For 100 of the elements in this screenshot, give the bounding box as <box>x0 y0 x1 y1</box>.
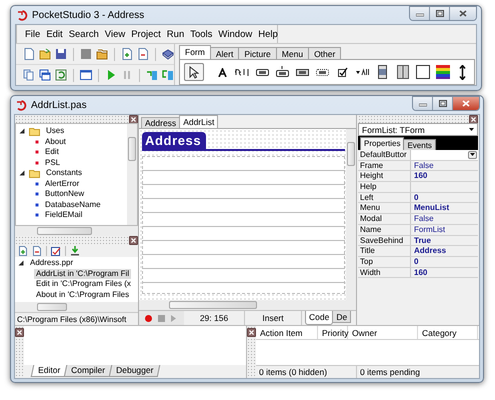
menu-item[interactable]: Tools <box>187 28 216 40</box>
new-file-icon[interactable] <box>23 48 35 60</box>
build-icon[interactable] <box>70 246 80 256</box>
label-tool-icon[interactable] <box>218 68 227 76</box>
property-dropdown[interactable] <box>411 150 478 160</box>
close-button[interactable] <box>129 114 138 124</box>
property-value[interactable]: True <box>411 236 478 246</box>
scrollbar-tool-icon[interactable] <box>378 65 387 79</box>
close-button[interactable] <box>15 328 24 337</box>
close-button[interactable] <box>453 97 479 110</box>
tree-item[interactable]: Uses <box>44 126 66 136</box>
menu-item[interactable]: Window <box>215 28 256 40</box>
tree-item[interactable]: AlertError <box>43 178 82 189</box>
column-header[interactable]: Category <box>418 326 478 339</box>
tree-item[interactable]: PSL <box>43 158 62 168</box>
inspector-tab[interactable]: Events <box>403 139 436 150</box>
message-tab[interactable]: Editor <box>30 365 68 377</box>
close-button[interactable] <box>469 114 478 124</box>
save-icon[interactable] <box>55 48 67 60</box>
close-icon <box>459 10 467 17</box>
popup-tool-icon[interactable] <box>356 68 370 76</box>
table-tool-icon[interactable] <box>396 65 408 79</box>
expand-icon[interactable] <box>19 128 25 134</box>
column-header[interactable]: Priority <box>318 326 348 339</box>
windows-icon[interactable] <box>39 69 51 81</box>
object-selector[interactable]: FormList: TForm <box>358 123 478 136</box>
property-name: Name <box>358 224 411 234</box>
tree-item[interactable]: About in 'C:\Program Files <box>34 290 132 300</box>
record-icon[interactable] <box>145 314 152 322</box>
dropdown-arrow-icon <box>470 153 475 156</box>
menu-item[interactable]: Project <box>128 28 164 40</box>
step-into-icon[interactable] <box>146 69 158 81</box>
pages-icon[interactable] <box>23 69 35 81</box>
refresh-icon[interactable] <box>55 69 67 81</box>
column-header[interactable]: Owner <box>348 326 418 339</box>
options-icon[interactable] <box>51 246 61 256</box>
scrollbar[interactable] <box>127 124 137 225</box>
palette-tab[interactable]: Other <box>308 47 342 59</box>
file-tab[interactable]: Address <box>141 117 180 128</box>
folders-icon[interactable] <box>96 48 108 60</box>
close-button[interactable] <box>450 7 476 20</box>
remove-page-icon[interactable] <box>137 48 149 60</box>
close-icon <box>17 330 22 335</box>
inspector-tab[interactable]: Properties <box>360 137 404 150</box>
open-folder-icon[interactable] <box>39 48 51 60</box>
remove-file-icon[interactable] <box>32 246 42 256</box>
checkbox-tool-icon[interactable] <box>337 66 348 78</box>
expand-icon[interactable] <box>18 260 24 266</box>
status-text: 0 items (0 hidden) <box>256 366 357 378</box>
view-tab[interactable]: De <box>332 311 352 323</box>
selector-tool-icon[interactable] <box>315 66 330 78</box>
tree-item[interactable]: Edit <box>43 147 61 158</box>
maximize-icon <box>436 10 444 17</box>
palette-tab[interactable]: Form <box>179 45 211 59</box>
run-icon[interactable] <box>105 69 117 81</box>
tree-item[interactable]: ButtonNew <box>43 189 86 200</box>
menu-item[interactable]: Edit <box>43 28 66 40</box>
palette-tab[interactable]: Alert <box>210 47 240 59</box>
close-button[interactable] <box>247 328 256 337</box>
tree-item[interactable]: Constants <box>44 168 84 178</box>
message-tab[interactable]: Debugger <box>108 365 161 377</box>
maximize-button[interactable] <box>430 7 450 20</box>
maximize-button[interactable] <box>433 97 453 110</box>
menu-item[interactable]: View <box>102 28 128 40</box>
pushbutton-tool-icon[interactable] <box>295 66 310 78</box>
menu-item[interactable]: Run <box>164 28 188 40</box>
add-file-icon[interactable] <box>18 246 28 256</box>
tree-item[interactable]: Address.ppr <box>28 258 76 268</box>
scrollbar[interactable] <box>139 300 356 310</box>
gadget-tool-icon[interactable] <box>416 65 430 79</box>
tree-item[interactable]: FieldEMail <box>43 210 84 220</box>
step-out-icon[interactable] <box>162 69 174 81</box>
menu-item[interactable]: Help <box>255 28 281 40</box>
view-tab[interactable]: Code <box>305 311 334 325</box>
tree-item[interactable]: DatabaseName <box>43 200 103 210</box>
file-tab[interactable]: AddrList <box>179 115 218 128</box>
tree-item[interactable]: AddrList in 'C:\Program Fil <box>34 268 132 279</box>
tree-item[interactable]: Edit in 'C:\Program Files (x <box>34 279 133 290</box>
add-page-icon[interactable] <box>121 48 133 60</box>
minimize-button[interactable] <box>413 97 433 110</box>
palette-tab[interactable]: Menu <box>276 47 310 59</box>
scrollbar[interactable] <box>346 129 356 300</box>
pointer-icon[interactable] <box>189 66 199 78</box>
resize-arrow-icon[interactable] <box>459 64 466 80</box>
graphic-button-tool-icon[interactable] <box>275 66 290 78</box>
menu-item[interactable]: Search <box>66 28 102 40</box>
scrollbar[interactable] <box>15 226 138 236</box>
window-icon[interactable] <box>80 69 92 81</box>
property-name: DefaultButtor <box>358 150 411 160</box>
message-tab[interactable]: Compiler <box>64 365 112 377</box>
palette-tab[interactable]: Picture <box>238 47 277 59</box>
bitmap-tool-icon[interactable] <box>436 65 450 79</box>
column-header[interactable]: Action Item <box>256 326 318 339</box>
button-tool-icon[interactable] <box>255 66 270 78</box>
menu-item[interactable]: File <box>22 28 44 40</box>
minimize-button[interactable] <box>410 7 430 20</box>
scrollbar[interactable] <box>15 302 138 312</box>
tree-item[interactable]: About <box>43 136 68 147</box>
expand-icon[interactable] <box>19 170 25 176</box>
maximize-icon <box>438 100 446 107</box>
